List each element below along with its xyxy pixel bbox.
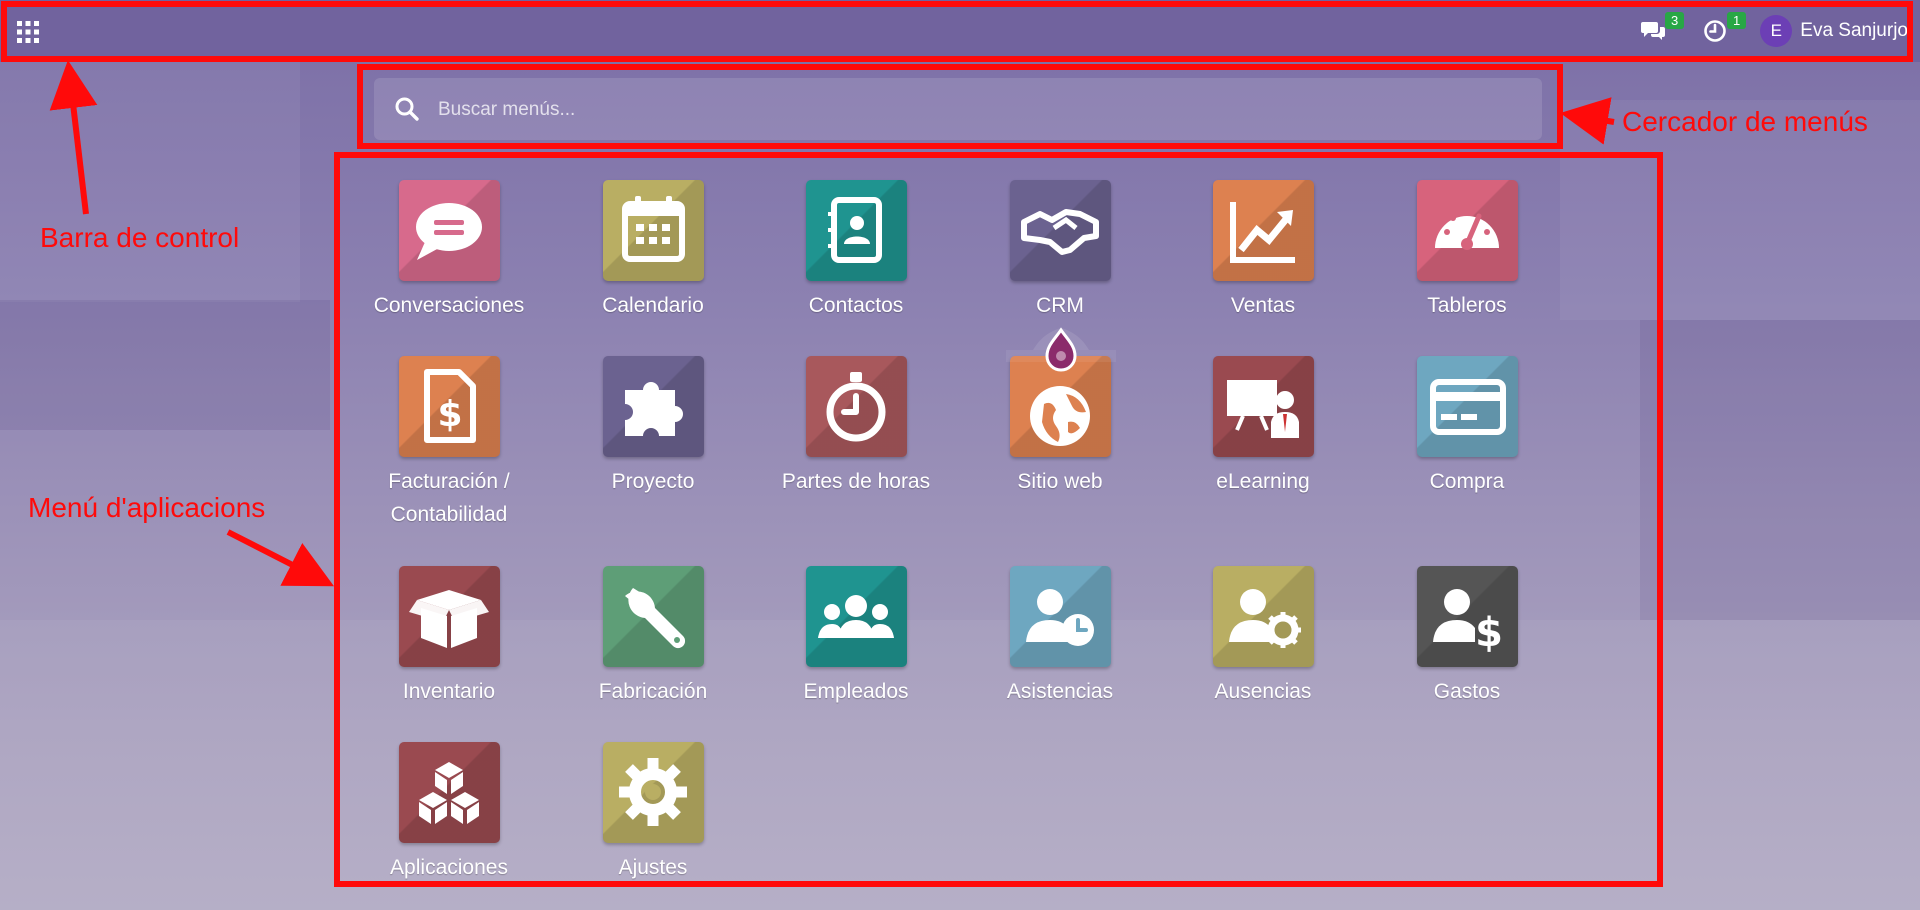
app-tile [602, 180, 704, 281]
app-tile [1416, 180, 1518, 281]
app-users[interactable]: Empleados [764, 566, 948, 708]
app-label: Partes de horas [781, 470, 931, 493]
app-label: eLearning [1216, 470, 1310, 493]
handshake-icon [1020, 209, 1099, 255]
app-wrench[interactable]: Fabricación [561, 566, 745, 708]
comments-icon [1641, 22, 1666, 40]
app-credit-card[interactable]: Compra [1375, 356, 1559, 498]
activities-badge: 1 [1727, 12, 1747, 29]
gear-icon [618, 758, 687, 826]
app-cubes[interactable]: Aplicaciones [357, 742, 541, 884]
puzzle-icon [624, 382, 683, 436]
app-label: Ajustes [618, 856, 688, 879]
app-tile [602, 742, 704, 843]
app-label: Contactos [808, 294, 904, 317]
app-label: Ventas [1230, 294, 1296, 317]
chat-icon [415, 203, 482, 260]
app-tile [398, 566, 500, 667]
presentation-icon [1226, 380, 1299, 438]
clock-icon [1704, 20, 1727, 42]
app-tile [805, 356, 907, 457]
app-gear[interactable]: Ajustes [561, 742, 745, 884]
address-book-icon [827, 197, 882, 263]
menu-search-annotation: Cercador de menús [1622, 106, 1868, 137]
avatar: E [1760, 15, 1793, 47]
app-label: Conversaciones [373, 294, 525, 317]
app-label: Aplicaciones [390, 856, 508, 879]
app-tile: $ [398, 356, 500, 457]
app-label: Proyecto [611, 470, 695, 493]
app-label: Empleados [803, 680, 909, 703]
app-user-gear[interactable]: Ausencias [1171, 566, 1355, 708]
box-icon [408, 590, 489, 648]
app-label: Inventario [402, 680, 496, 703]
app-label: Ausencias [1214, 680, 1312, 703]
app-tile [1009, 180, 1111, 281]
app-invoice-dollar[interactable]: $ Facturación / Contabilidad [357, 356, 541, 531]
calendar-icon [621, 196, 685, 262]
control-bar-annotation: Barra de control [40, 222, 240, 253]
messages-menu[interactable]: 3 [1636, 12, 1685, 48]
drag-drop-indicator [1000, 300, 1122, 392]
cubes-icon [418, 762, 479, 824]
app-tile [1212, 566, 1314, 667]
app-puzzle[interactable]: Proyecto [561, 356, 745, 498]
app-address-book[interactable]: Contactos [764, 180, 948, 322]
invoice-dollar-icon: $ [423, 369, 476, 443]
app-label: Asistencias [1006, 680, 1114, 703]
user-dollar-icon: $ [1432, 589, 1503, 656]
app-tile [398, 180, 500, 281]
app-tile [1212, 356, 1314, 457]
app-box[interactable]: Inventario [357, 566, 541, 708]
svg-text:$: $ [437, 394, 462, 435]
app-label: Calendario [602, 294, 704, 317]
app-tile [805, 566, 907, 667]
app-calendar[interactable]: Calendario [561, 180, 745, 322]
app-chat[interactable]: Conversaciones [357, 180, 541, 322]
app-menu-annotation: Menú d'aplicacions [28, 492, 266, 523]
user-menu[interactable]: E Eva Sanjurjo [1760, 15, 1908, 47]
wrench-icon [624, 588, 685, 649]
menu-search [374, 78, 1542, 140]
chart-line-icon [1229, 202, 1295, 263]
app-tile [602, 566, 704, 667]
app-stopwatch[interactable]: Partes de horas [764, 356, 948, 498]
search-input[interactable] [436, 88, 1520, 132]
app-tile [805, 180, 907, 281]
messages-badge: 3 [1665, 12, 1685, 29]
app-tile: $ [1416, 566, 1518, 667]
credit-card-icon [1429, 379, 1506, 435]
app-tile [1009, 566, 1111, 667]
app-label: Sitio web [1017, 470, 1103, 493]
app-chart-line[interactable]: Ventas [1171, 180, 1355, 322]
apps-grid-icon[interactable] [16, 20, 40, 44]
app-presentation[interactable]: eLearning [1171, 356, 1355, 498]
search-icon [394, 96, 420, 126]
activities-menu[interactable]: 1 [1698, 12, 1747, 48]
svg-text:$: $ [1475, 610, 1503, 656]
app-tile [602, 356, 704, 457]
app-label: Fabricación [598, 680, 708, 703]
app-label: Gastos [1433, 680, 1501, 703]
app-dashboard-gauge[interactable]: Tableros [1375, 180, 1559, 322]
app-tile [1212, 180, 1314, 281]
app-label: Compra [1429, 470, 1505, 493]
user-name: Eva Sanjurjo [1800, 20, 1908, 41]
users-icon [817, 595, 894, 638]
app-label: Tableros [1427, 294, 1507, 317]
app-tile [398, 742, 500, 843]
app-user-dollar[interactable]: $ Gastos [1375, 566, 1559, 708]
user-clock-icon [1025, 589, 1094, 646]
app-label: Facturación / Contabilidad [388, 470, 510, 526]
app-user-clock[interactable]: Asistencias [968, 566, 1152, 708]
app-tile [1416, 356, 1518, 457]
user-gear-icon [1228, 589, 1301, 648]
control-bar: 3 1 E Eva Sanjurjo [0, 0, 1920, 62]
stopwatch-icon [826, 372, 885, 442]
dashboard-gauge-icon [1434, 209, 1499, 250]
